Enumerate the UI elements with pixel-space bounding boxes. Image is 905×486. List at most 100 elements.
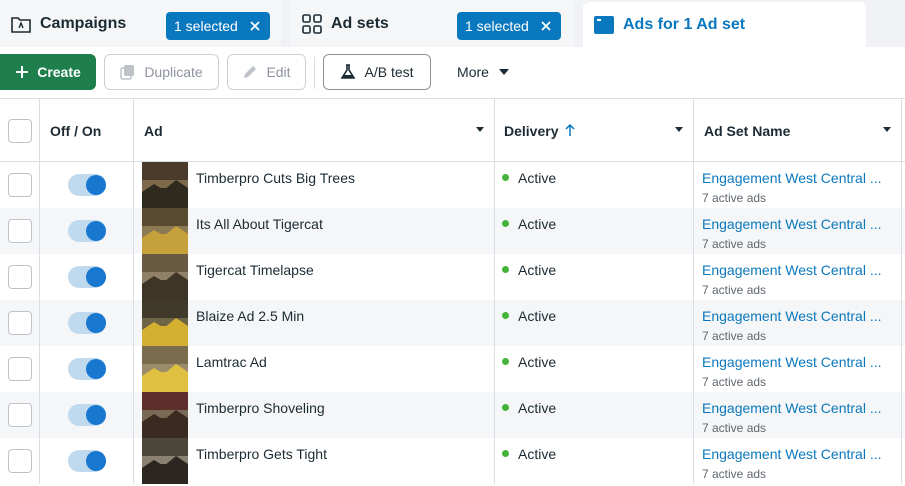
row-checkbox-cell — [0, 300, 40, 346]
header-label: Ad Set Name — [704, 122, 791, 139]
status-dot — [502, 220, 509, 227]
adset-cell: Engagement West Central ... 7 active ads — [694, 162, 902, 208]
caret-down-icon[interactable] — [476, 127, 484, 132]
folder-icon — [10, 13, 32, 35]
adset-link[interactable]: Engagement West Central ... — [702, 354, 892, 370]
pencil-icon — [242, 64, 258, 80]
adset-link[interactable]: Engagement West Central ... — [702, 262, 892, 278]
ad-thumbnail[interactable] — [142, 438, 188, 484]
ad-window-icon — [593, 14, 615, 36]
table-row[interactable]: Lamtrac Ad Active Engagement West Centra… — [0, 346, 905, 392]
caret-down-icon[interactable] — [675, 127, 683, 132]
toggle-knob — [86, 175, 106, 195]
header-toggle[interactable]: Off / On — [40, 99, 134, 162]
ad-name[interactable]: Lamtrac Ad — [196, 354, 267, 370]
more-label: More — [457, 64, 489, 80]
header-ad[interactable]: Ad — [134, 99, 495, 162]
adset-link[interactable]: Engagement West Central ... — [702, 216, 892, 232]
table-row[interactable]: Blaize Ad 2.5 Min Active Engagement West… — [0, 300, 905, 346]
adset-cell: Engagement West Central ... 7 active ads — [694, 438, 902, 484]
table-row[interactable]: Tigercat Timelapse Active Engagement Wes… — [0, 254, 905, 300]
ad-thumbnail[interactable] — [142, 162, 188, 208]
adset-link[interactable]: Engagement West Central ... — [702, 308, 892, 324]
table-row[interactable]: Timberpro Gets Tight Active Engagement W… — [0, 438, 905, 484]
duplicate-button[interactable]: Duplicate — [104, 54, 219, 90]
delivery-cell: Active — [495, 346, 694, 392]
select-all-cell — [0, 99, 40, 162]
adset-cell: Engagement West Central ... 7 active ads — [694, 346, 902, 392]
adset-link[interactable]: Engagement West Central ... — [702, 400, 892, 416]
header-adset[interactable]: Ad Set Name — [694, 99, 902, 162]
row-checkbox[interactable] — [7, 219, 32, 243]
delivery-status: Active — [518, 262, 557, 278]
edit-button[interactable]: Edit — [227, 54, 306, 90]
header-delivery[interactable]: Delivery — [495, 99, 694, 162]
on-off-toggle[interactable] — [68, 404, 106, 426]
ad-name[interactable]: Timberpro Shoveling — [196, 400, 325, 416]
row-checkbox[interactable] — [7, 449, 32, 473]
ad-cell: Timberpro Cuts Big Trees — [134, 162, 495, 208]
ad-name[interactable]: Tigercat Timelapse — [196, 262, 314, 278]
sort-ascending-icon[interactable] — [565, 124, 576, 137]
ad-name[interactable]: Blaize Ad 2.5 Min — [196, 308, 304, 324]
row-checkbox[interactable] — [7, 403, 32, 427]
adset-cell: Engagement West Central ... 7 active ads — [694, 300, 902, 346]
status-dot — [502, 266, 509, 273]
create-button[interactable]: Create — [0, 54, 96, 90]
adset-cell: Engagement West Central ... 7 active ads — [694, 208, 902, 254]
on-off-toggle[interactable] — [68, 358, 106, 380]
adset-link[interactable]: Engagement West Central ... — [702, 170, 892, 186]
on-off-toggle[interactable] — [68, 174, 106, 196]
selected-chip[interactable]: 1 selected — [166, 12, 270, 40]
create-label: Create — [37, 64, 81, 80]
on-off-toggle[interactable] — [68, 450, 106, 472]
delivery-status: Active — [518, 170, 557, 186]
delivery-status: Active — [518, 216, 557, 232]
caret-down-icon[interactable] — [883, 127, 891, 132]
on-off-toggle[interactable] — [68, 312, 106, 334]
on-off-toggle[interactable] — [68, 266, 106, 288]
ab-test-button[interactable]: A/B test — [323, 54, 431, 90]
status-dot — [502, 312, 509, 319]
row-checkbox[interactable] — [7, 173, 32, 197]
adset-subtext: 7 active ads — [702, 467, 767, 481]
row-checkbox[interactable] — [7, 357, 32, 381]
table-header: Off / On Ad Delivery Ad Set Name — [0, 99, 905, 162]
adset-link[interactable]: Engagement West Central ... — [702, 446, 892, 462]
tab-label: Ads for 1 Ad set — [623, 15, 746, 33]
toggle-knob — [86, 359, 106, 379]
selected-chip[interactable]: 1 selected — [457, 12, 561, 40]
delivery-cell: Active — [495, 300, 694, 346]
row-checkbox[interactable] — [7, 265, 32, 289]
level-tabs: Campaigns 1 selected Ad sets 1 selected … — [0, 0, 905, 47]
more-dropdown[interactable]: More — [441, 54, 525, 90]
tab-label: Ad sets — [331, 14, 389, 32]
toggle-knob — [86, 451, 106, 471]
adset-cell: Engagement West Central ... 7 active ads — [694, 254, 902, 300]
ad-thumbnail[interactable] — [142, 392, 188, 438]
close-icon[interactable] — [248, 19, 262, 33]
ad-thumbnail[interactable] — [142, 346, 188, 392]
row-checkbox-cell — [0, 254, 40, 300]
table-row[interactable]: Timberpro Cuts Big Trees Active Engageme… — [0, 162, 905, 208]
ad-name[interactable]: Timberpro Gets Tight — [196, 446, 327, 462]
ad-thumbnail[interactable] — [142, 254, 188, 300]
ad-thumbnail[interactable] — [142, 300, 188, 346]
close-icon[interactable] — [539, 19, 553, 33]
row-checkbox[interactable] — [7, 311, 32, 335]
duplicate-label: Duplicate — [144, 64, 203, 80]
toggle-cell — [40, 300, 134, 346]
ad-cell: Timberpro Gets Tight — [134, 438, 495, 484]
table-row[interactable]: Its All About Tigercat Active Engagement… — [0, 208, 905, 254]
select-all-checkbox[interactable] — [7, 118, 32, 143]
chip-label: 1 selected — [174, 18, 238, 34]
table-row[interactable]: Timberpro Shoveling Active Engagement We… — [0, 392, 905, 438]
ad-name[interactable]: Timberpro Cuts Big Trees — [196, 170, 355, 186]
tab-ads[interactable]: Ads for 1 Ad set — [583, 2, 866, 47]
ad-name[interactable]: Its All About Tigercat — [196, 216, 323, 232]
tab-ad-sets[interactable]: Ad sets 1 selected — [291, 0, 574, 47]
ad-thumbnail[interactable] — [142, 208, 188, 254]
tab-campaigns[interactable]: Campaigns 1 selected — [0, 0, 281, 47]
on-off-toggle[interactable] — [68, 220, 106, 242]
caret-down-icon — [498, 69, 509, 75]
